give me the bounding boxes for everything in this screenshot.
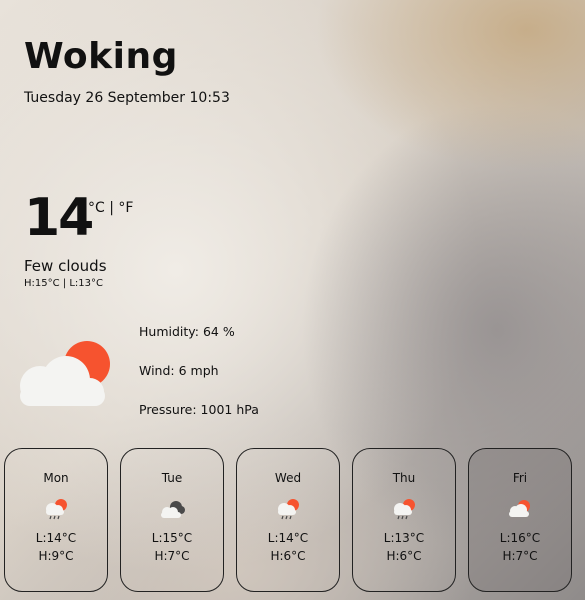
forecast-day: Tue <box>161 471 183 485</box>
forecast-day: Mon <box>43 471 69 485</box>
forecast-high: H:6°C <box>386 549 422 563</box>
city-name: Woking <box>24 36 178 77</box>
wind-stat: Wind: 6 mph <box>139 363 219 378</box>
forecast-card-mon[interactable]: Mon L:14°C H:9°C <box>4 448 108 592</box>
forecast-high: H:6°C <box>270 549 306 563</box>
light-rain-icon <box>278 499 299 520</box>
forecast-high: H:7°C <box>502 549 538 563</box>
forecast-card-tue[interactable]: Tue L:15°C H:7°C <box>120 448 224 592</box>
weather-description: Few clouds <box>24 257 107 275</box>
forecast-low: L:15°C <box>151 531 193 545</box>
light-rain-icon <box>394 499 415 520</box>
high-low-temperature: H:15°C | L:13°C <box>24 278 103 289</box>
light-rain-icon <box>46 499 67 520</box>
forecast-high: H:7°C <box>154 549 190 563</box>
forecast-card-wed[interactable]: Wed L:14°C H:6°C <box>236 448 340 592</box>
forecast-day: Thu <box>392 471 416 485</box>
forecast-low: L:13°C <box>383 531 425 545</box>
forecast-day: Wed <box>274 471 302 485</box>
current-temperature: 14 <box>24 188 94 248</box>
forecast-low: L:16°C <box>499 531 541 545</box>
forecast-card-thu[interactable]: Thu L:13°C H:6°C <box>352 448 456 592</box>
forecast-row: Mon L:14°C H:9°C Tue L:15°C H:7°C Wed L:… <box>4 448 581 594</box>
forecast-low: L:14°C <box>35 531 77 545</box>
date-time: Tuesday 26 September 10:53 <box>24 90 230 106</box>
pressure-stat: Pressure: 1001 hPa <box>139 402 259 417</box>
forecast-low: L:14°C <box>267 531 309 545</box>
overcast-clouds-icon <box>161 501 185 518</box>
few-clouds-day-icon <box>509 500 530 517</box>
forecast-day: Fri <box>512 471 528 485</box>
humidity-stat: Humidity: 64 % <box>139 324 235 339</box>
unit-toggle[interactable]: °C | °F <box>88 200 133 216</box>
forecast-card-fri[interactable]: Fri L:16°C H:7°C <box>468 448 572 592</box>
forecast-high: H:9°C <box>38 549 74 563</box>
few-clouds-day-icon <box>20 341 110 406</box>
